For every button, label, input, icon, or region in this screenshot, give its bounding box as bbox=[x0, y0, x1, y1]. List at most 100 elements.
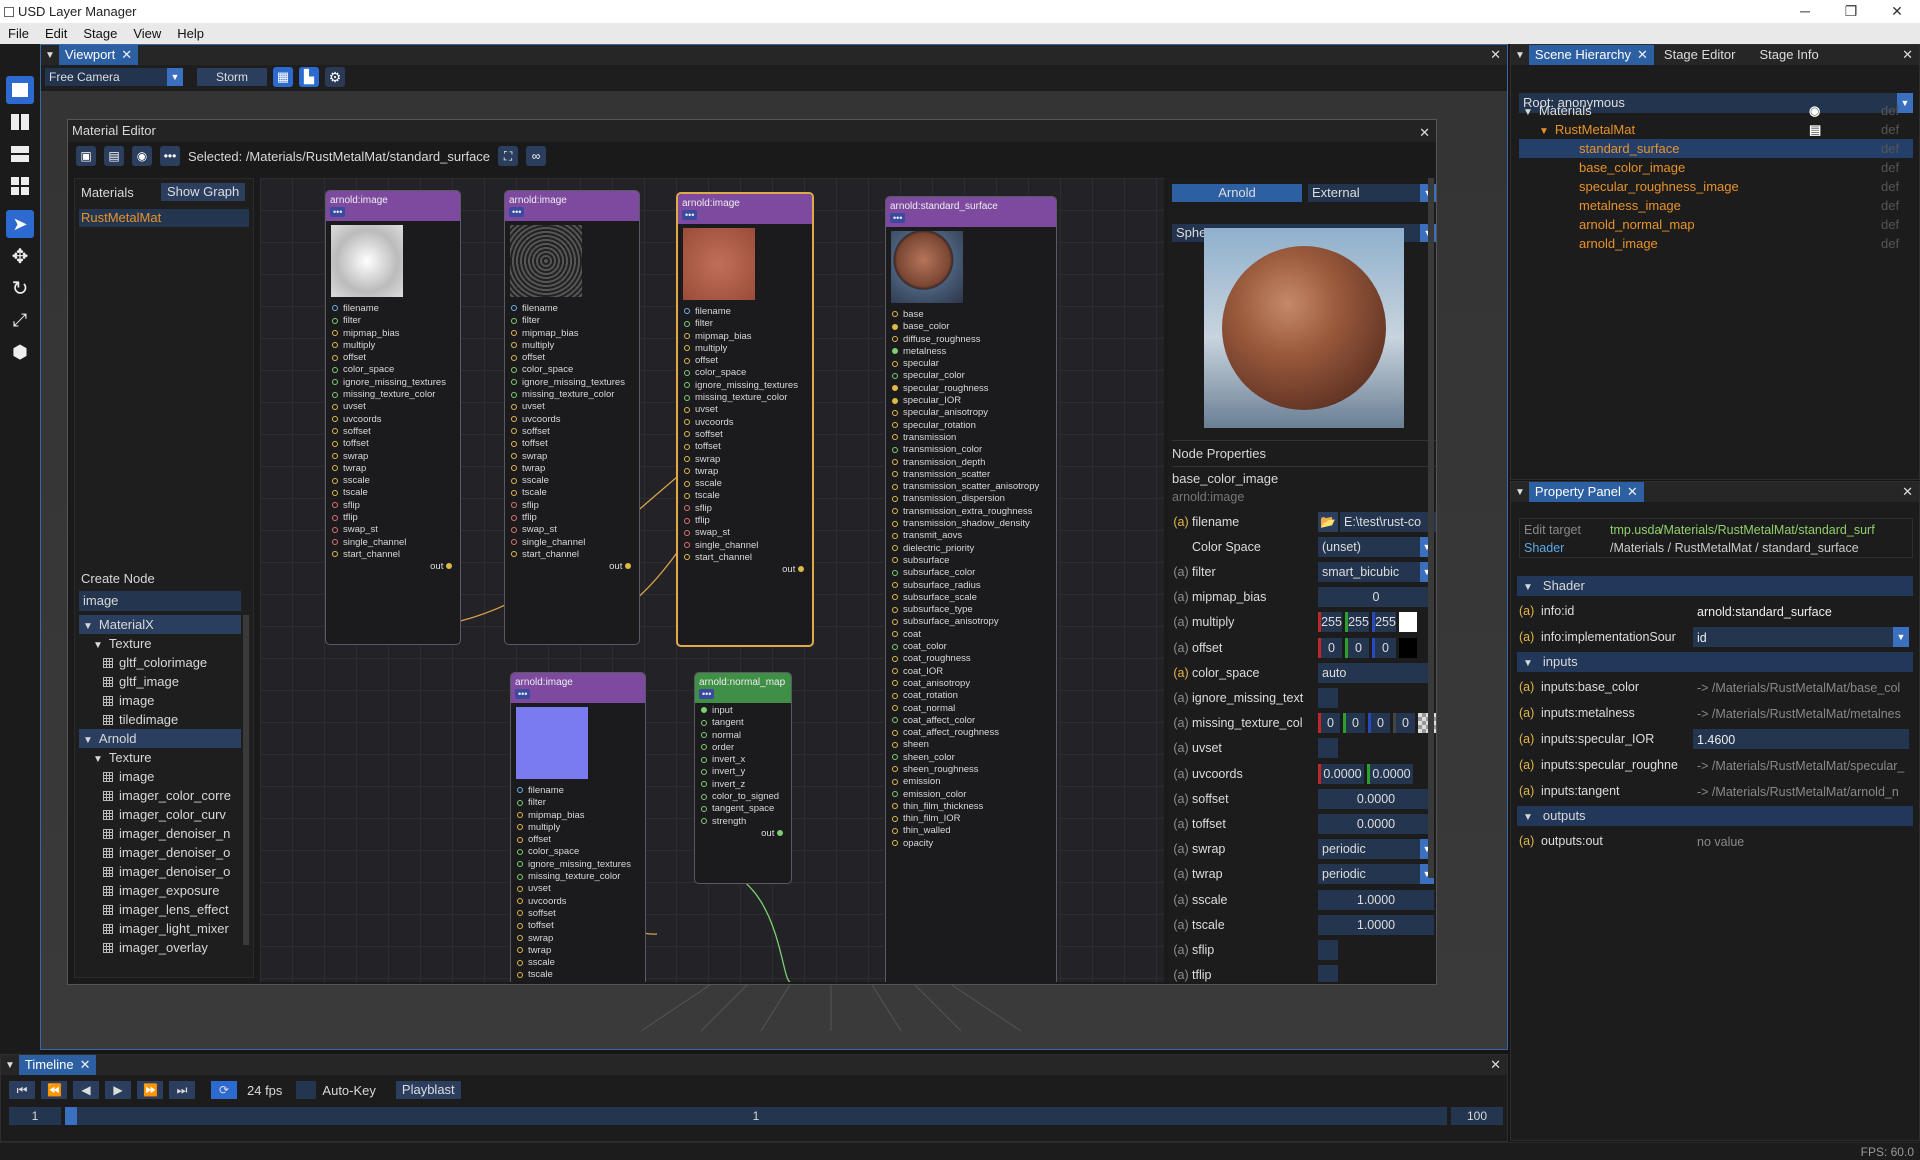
stats-icon[interactable]: ▙ bbox=[299, 67, 319, 87]
input-pin[interactable]: missing_texture_color bbox=[326, 389, 460, 401]
input-pin[interactable]: tscale bbox=[326, 487, 460, 499]
folder-icon[interactable]: 📂 bbox=[1318, 511, 1338, 532]
input-pin[interactable]: tflip bbox=[505, 512, 639, 524]
vector-component-field[interactable]: 255 bbox=[1372, 612, 1396, 633]
node-dots[interactable]: ••• bbox=[330, 207, 346, 217]
dock-menu-icon[interactable]: ▼ bbox=[1511, 50, 1529, 61]
input-pin[interactable]: single_channel bbox=[678, 540, 812, 552]
node-dots[interactable]: ••• bbox=[515, 689, 531, 699]
input-pin[interactable]: transmission_scatter_anisotropy bbox=[886, 481, 1056, 493]
input-pin[interactable]: missing_texture_color bbox=[505, 389, 639, 401]
node-tree-item[interactable]: imager_overlay bbox=[79, 938, 241, 957]
input-pin[interactable]: transmission_extra_roughness bbox=[886, 506, 1056, 518]
input-pin[interactable]: offset bbox=[326, 352, 460, 364]
input-pin[interactable]: subsurface bbox=[886, 555, 1056, 567]
more-icon[interactable]: ••• bbox=[160, 146, 180, 166]
node-image-4[interactable]: arnold:image ••• filename filter mipmap_bia… bbox=[510, 672, 646, 982]
input-pin[interactable]: coat_affect_color bbox=[886, 715, 1056, 727]
dock-menu-icon[interactable]: ▼ bbox=[41, 50, 59, 61]
input-pin[interactable]: invert_y bbox=[695, 766, 791, 778]
property-value-field[interactable]: 0 bbox=[1318, 587, 1434, 608]
node-dots[interactable]: ••• bbox=[682, 210, 698, 220]
input-pin[interactable]: start_channel bbox=[678, 552, 812, 564]
input-pin[interactable]: subsurface_anisotropy bbox=[886, 616, 1056, 628]
node-standard-surface[interactable]: arnold:standard_surface ••• base base_colo… bbox=[885, 196, 1057, 982]
input-pin[interactable]: swrap bbox=[678, 454, 812, 466]
tab-scene-hierarchy[interactable]: Scene Hierarchy ✕ bbox=[1528, 45, 1654, 65]
close-panel-icon[interactable]: ✕ bbox=[1902, 484, 1913, 500]
input-pin[interactable]: swrap bbox=[505, 451, 639, 463]
input-pin[interactable]: order bbox=[695, 742, 791, 754]
input-pin[interactable]: emission_color bbox=[886, 789, 1056, 801]
input-pin[interactable]: start_channel bbox=[326, 549, 460, 561]
input-pin[interactable]: sscale bbox=[505, 475, 639, 487]
input-pin[interactable]: filter bbox=[505, 315, 639, 327]
input-pin[interactable]: filename bbox=[505, 303, 639, 315]
property-value-field[interactable]: periodic ▼ bbox=[1318, 839, 1434, 860]
node-graph-canvas[interactable]: arnold:image ••• filename filter mipmap_bia… bbox=[260, 178, 1164, 982]
input-pin[interactable]: tscale bbox=[678, 490, 812, 502]
play-icon[interactable]: ▶ bbox=[105, 1081, 131, 1099]
input-pin[interactable]: multiply bbox=[505, 340, 639, 352]
tab-viewport[interactable]: Viewport ✕ bbox=[58, 45, 139, 65]
close-editor-icon[interactable]: ✕ bbox=[1419, 122, 1430, 144]
input-pin[interactable]: input bbox=[695, 705, 791, 717]
input-pin[interactable]: swap_st bbox=[326, 524, 460, 536]
close-panel-icon[interactable]: ✕ bbox=[1490, 47, 1501, 63]
input-pin[interactable]: uvset bbox=[505, 401, 639, 413]
input-pin[interactable]: sscale bbox=[678, 478, 812, 490]
graph-layout-icon[interactable]: ▤ bbox=[104, 146, 124, 166]
node-tree-item[interactable]: imager_color_curv bbox=[79, 805, 241, 824]
end-frame-input[interactable]: 100 bbox=[1451, 1107, 1503, 1125]
input-pin[interactable]: twrap bbox=[326, 463, 460, 475]
color-swatch[interactable] bbox=[1399, 637, 1417, 658]
input-pin[interactable]: sheen bbox=[886, 739, 1056, 751]
input-pin[interactable]: metalness bbox=[886, 346, 1056, 358]
input-pin[interactable]: swrap bbox=[511, 933, 645, 945]
node-dots[interactable]: ••• bbox=[699, 689, 715, 699]
input-pin[interactable]: subsurface_scale bbox=[886, 592, 1056, 604]
select-tool-icon[interactable]: ➤ bbox=[6, 210, 34, 238]
input-pin[interactable]: subsurface_type bbox=[886, 604, 1056, 616]
node-tree-item[interactable]: image bbox=[79, 767, 241, 786]
dock-menu-icon[interactable]: ▼ bbox=[1511, 487, 1529, 498]
input-pin[interactable]: ignore_missing_textures bbox=[678, 380, 812, 392]
node-out[interactable]: out bbox=[678, 564, 812, 575]
single-view-icon[interactable] bbox=[6, 76, 34, 104]
input-pin[interactable]: filename bbox=[511, 785, 645, 797]
input-pin[interactable]: multiply bbox=[326, 340, 460, 352]
tab-property-panel[interactable]: Property Panel ✕ bbox=[1528, 482, 1644, 502]
frame-slider-handle[interactable] bbox=[65, 1107, 77, 1125]
node-image-3[interactable]: arnold:image ••• filename filter mipmap_bia… bbox=[676, 192, 814, 647]
menu-view[interactable]: View bbox=[125, 26, 169, 41]
camera-select[interactable]: Free Camera ▼ bbox=[45, 68, 183, 86]
input-pin[interactable]: dielectric_priority bbox=[886, 543, 1056, 555]
settings-gear-icon[interactable]: ⚙ bbox=[325, 67, 345, 87]
vector-component-field[interactable]: 0 bbox=[1372, 637, 1396, 658]
attribute-value[interactable]: 1.4600 bbox=[1693, 729, 1909, 749]
rotate-tool-icon[interactable]: ↻ bbox=[6, 274, 34, 302]
property-value-field[interactable] bbox=[1318, 687, 1338, 708]
input-pin[interactable]: thin_film_IOR bbox=[886, 813, 1056, 825]
vector-component-field[interactable]: 0 bbox=[1318, 713, 1340, 734]
input-pin[interactable]: normal bbox=[695, 730, 791, 742]
tree-scrollbar[interactable] bbox=[243, 615, 249, 945]
vector-component-field[interactable]: 0 bbox=[1318, 637, 1342, 658]
go-end-icon[interactable]: ⏭ bbox=[169, 1081, 195, 1099]
input-pin[interactable]: transmission_color bbox=[886, 444, 1056, 456]
dock-menu-icon[interactable]: ▼ bbox=[1, 1060, 19, 1071]
input-pin[interactable]: offset bbox=[678, 355, 812, 367]
input-pin[interactable]: base bbox=[886, 309, 1056, 321]
prim-tree-item[interactable]: metalness_image def bbox=[1519, 196, 1913, 215]
input-pin[interactable]: thin_walled bbox=[886, 825, 1056, 837]
input-pin[interactable]: color_space bbox=[511, 846, 645, 858]
input-pin[interactable]: toffset bbox=[505, 438, 639, 450]
renderer-arnold-button[interactable]: Arnold bbox=[1172, 184, 1302, 202]
input-pin[interactable]: single_channel bbox=[326, 537, 460, 549]
props-scrollbar[interactable] bbox=[1428, 178, 1434, 878]
vector-component-field[interactable]: 0 bbox=[1345, 637, 1369, 658]
section-header-inputs[interactable]: ▼ inputs bbox=[1517, 652, 1913, 672]
input-pin[interactable]: filter bbox=[326, 315, 460, 327]
property-value-field[interactable]: periodic ▼ bbox=[1318, 864, 1434, 885]
input-pin[interactable]: sscale bbox=[326, 475, 460, 487]
